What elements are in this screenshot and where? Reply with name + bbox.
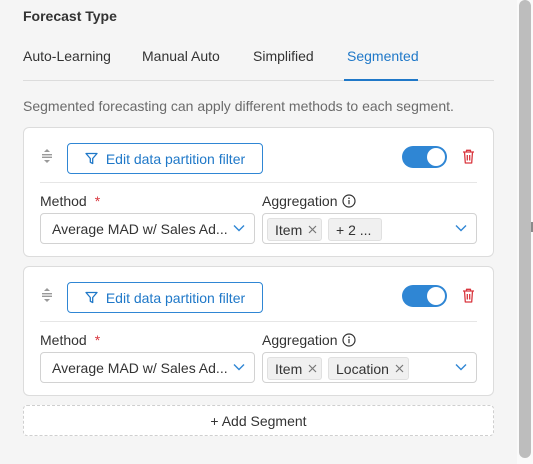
filter-button-label: Edit data partition filter — [105, 289, 246, 306]
aggregation-label-text: Aggregation — [262, 193, 338, 209]
more-tag-label: + 2 ... — [336, 221, 372, 238]
info-icon[interactable] — [341, 194, 356, 208]
method-select[interactable]: Average MAD w/ Sales Ad... — [40, 213, 255, 244]
chevron-down-icon — [455, 225, 467, 232]
required-mark: * — [94, 332, 101, 348]
aggregation-label: Aggregation — [262, 193, 356, 209]
segment-card: Edit data partition filter Method * Avera… — [23, 127, 494, 257]
toggle-knob — [427, 148, 445, 166]
filter-button-label: Edit data partition filter — [105, 150, 246, 167]
drag-handle-icon[interactable] — [41, 149, 53, 163]
tab-simplified[interactable]: Simplified — [253, 48, 314, 64]
segmented-description: Segmented forecasting can apply differen… — [23, 98, 454, 114]
filter-icon — [85, 291, 98, 304]
aggregation-more-tag[interactable]: + 2 ... — [328, 218, 383, 241]
panel-title: Forecast Type — [23, 8, 117, 24]
method-label-text: Method — [40, 193, 87, 209]
card-divider — [40, 182, 477, 183]
segment-enabled-toggle[interactable] — [402, 285, 447, 307]
toggle-knob — [427, 287, 445, 305]
trash-icon[interactable] — [462, 288, 475, 303]
aggregation-label: Aggregation — [262, 332, 356, 348]
method-label: Method * — [40, 193, 100, 209]
method-label-text: Method — [40, 332, 87, 348]
filter-icon — [85, 152, 98, 165]
aggregation-label-text: Aggregation — [262, 332, 338, 348]
add-segment-button[interactable]: + Add Segment — [23, 405, 494, 436]
segment-enabled-toggle[interactable] — [402, 146, 447, 168]
forecast-type-tabs: Auto-Learning Manual Auto Simplified Seg… — [23, 40, 494, 81]
aggregation-select[interactable]: Item Location — [262, 352, 477, 383]
segment-card: Edit data partition filter Method * Avera… — [23, 266, 494, 396]
active-tab-indicator — [344, 79, 418, 81]
edit-partition-filter-button[interactable]: Edit data partition filter — [67, 143, 263, 174]
tag-label: Item — [275, 360, 303, 377]
drag-handle-icon[interactable] — [41, 288, 53, 302]
required-mark: * — [94, 193, 101, 209]
tag-label: Location — [336, 360, 389, 377]
tag-label: Item — [275, 221, 303, 238]
tab-auto-learning[interactable]: Auto-Learning — [23, 48, 111, 64]
aggregation-tag: Location — [328, 357, 409, 380]
info-icon[interactable] — [341, 333, 356, 347]
edit-partition-filter-button[interactable]: Edit data partition filter — [67, 282, 263, 313]
tab-segmented[interactable]: Segmented — [347, 48, 419, 64]
chevron-down-icon — [455, 364, 467, 371]
trash-icon[interactable] — [462, 149, 475, 164]
method-select[interactable]: Average MAD w/ Sales Ad... — [40, 352, 255, 383]
method-value: Average MAD w/ Sales Ad... — [52, 360, 228, 376]
close-icon[interactable] — [308, 225, 317, 234]
tab-manual-auto[interactable]: Manual Auto — [142, 48, 220, 64]
method-value: Average MAD w/ Sales Ad... — [52, 221, 228, 237]
close-icon[interactable] — [395, 364, 404, 373]
chevron-down-icon — [233, 225, 245, 232]
close-icon[interactable] — [308, 364, 317, 373]
scrollbar-thumb[interactable] — [519, 0, 531, 458]
method-label: Method * — [40, 332, 100, 348]
aggregation-select[interactable]: Item + 2 ... — [262, 213, 477, 244]
aggregation-tag: Item — [267, 357, 323, 380]
card-divider — [40, 321, 477, 322]
chevron-down-icon — [233, 364, 245, 371]
forecast-type-panel: Forecast Type Auto-Learning Manual Auto … — [0, 0, 517, 464]
vertical-scrollbar[interactable] — [517, 0, 533, 464]
aggregation-tag: Item — [267, 218, 323, 241]
